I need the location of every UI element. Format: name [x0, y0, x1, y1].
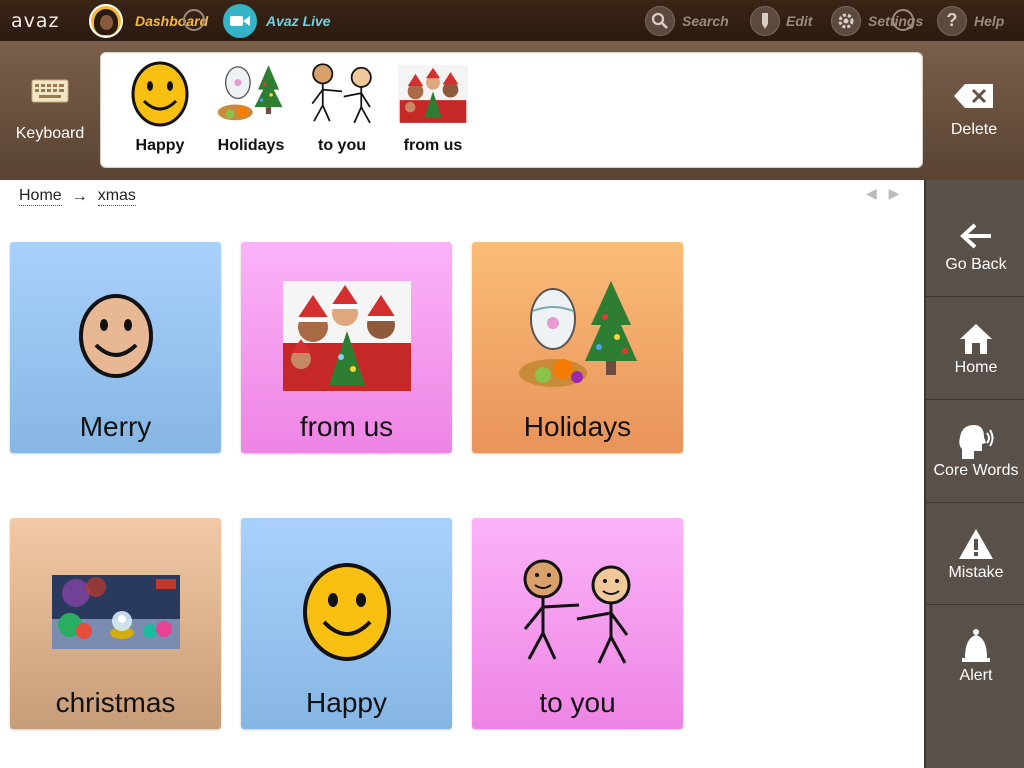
message-word-label: from us: [403, 137, 463, 154]
right-sidebar: Go Back Home Core Words Mistake Alert: [924, 180, 1024, 768]
alert-button[interactable]: Alert: [926, 604, 1024, 707]
dashboard-button[interactable]: Dashboard: [89, 0, 208, 41]
tile-label: christmas: [55, 687, 176, 718]
breadcrumb-home-link[interactable]: Home: [19, 187, 62, 206]
message-strip: Keyboard Happy Holidays to you from us D…: [0, 41, 1024, 180]
search-icon: [645, 5, 675, 36]
mistake-button[interactable]: Mistake: [926, 502, 1024, 605]
home-label: Home: [954, 359, 998, 376]
dashboard-avatar-icon: [89, 3, 123, 38]
christmas-scene-icon: [10, 518, 221, 683]
message-word[interactable]: from us: [388, 59, 478, 163]
warning-icon: [957, 524, 995, 564]
smiling-face-icon: [10, 242, 221, 407]
video-camera-icon: [223, 3, 257, 38]
avaz-live-label: Avaz Live: [266, 12, 331, 29]
search-button[interactable]: Search: [645, 0, 729, 41]
message-box[interactable]: Happy Holidays to you from us: [100, 52, 923, 168]
edit-button[interactable]: Edit: [750, 0, 812, 41]
top-bar: avaz Dashboard Avaz Live Search Edit Set…: [0, 0, 1024, 41]
home-icon: [958, 319, 994, 359]
keyboard-icon: [31, 79, 69, 102]
message-word[interactable]: to you: [297, 59, 387, 163]
tile-christmas[interactable]: christmas: [10, 518, 221, 729]
breadcrumb-current[interactable]: xmas: [97, 187, 136, 206]
pencil-icon: [750, 5, 780, 36]
tile-holidays[interactable]: Holidays: [472, 242, 683, 453]
home-button[interactable]: Home: [926, 297, 1024, 400]
alert-label: Alert: [959, 666, 993, 684]
message-word[interactable]: Happy: [115, 59, 205, 163]
breadcrumb-arrow-icon: →: [71, 187, 88, 205]
mistake-label: Mistake: [948, 564, 1004, 581]
speaking-head-icon: [956, 422, 996, 462]
smiley-face-icon: [241, 518, 452, 683]
search-label: Search: [682, 12, 729, 29]
tile-from-us[interactable]: from us: [241, 242, 452, 453]
tile-to-you[interactable]: to you: [472, 518, 683, 729]
to-you-icon: [307, 59, 377, 129]
delete-button[interactable]: Delete: [924, 41, 1024, 180]
family-photo-icon: [241, 242, 452, 407]
message-word-label: to you: [318, 137, 366, 154]
tile-label: Merry: [79, 411, 152, 442]
help-button[interactable]: ? Help: [937, 0, 1004, 41]
page-arrows[interactable]: ◀ ▶: [866, 185, 903, 202]
holidays-icon: [216, 59, 286, 129]
question-mark-icon: ?: [937, 5, 967, 36]
message-word-label: Happy: [135, 137, 185, 154]
tile-happy[interactable]: Happy: [241, 518, 452, 729]
tile-label: Happy: [306, 687, 387, 718]
family-photo-icon: [398, 59, 468, 129]
edit-label: Edit: [786, 12, 813, 29]
message-word[interactable]: Holidays: [206, 59, 296, 163]
dashboard-badge-icon: [183, 9, 205, 31]
tile-label: to you: [539, 687, 616, 718]
gear-icon: [831, 5, 861, 36]
tile-label: Holidays: [523, 411, 632, 442]
arrow-left-icon: [959, 216, 993, 256]
settings-badge-icon: [892, 9, 914, 31]
tile-merry[interactable]: Merry: [10, 242, 221, 453]
holidays-icon: [472, 242, 683, 407]
keyboard-label: Keyboard: [15, 124, 85, 142]
go-back-button[interactable]: Go Back: [926, 194, 1024, 297]
tile-label: from us: [299, 411, 394, 442]
keyboard-button[interactable]: Keyboard: [0, 41, 100, 180]
message-word-label: Holidays: [217, 137, 285, 154]
delete-label: Delete: [950, 120, 998, 138]
to-you-icon: [472, 518, 683, 683]
go-back-label: Go Back: [945, 256, 1007, 273]
settings-button[interactable]: Settings: [831, 0, 923, 41]
breadcrumb: Home → xmas: [19, 187, 136, 206]
core-words-label: Core Words: [933, 462, 1019, 479]
backspace-icon: [954, 83, 993, 108]
bell-icon: [959, 627, 993, 667]
avaz-live-button[interactable]: Avaz Live: [223, 0, 331, 41]
smiley-face-icon: [125, 59, 195, 129]
help-label: Help: [974, 12, 1005, 29]
app-logo: avaz: [11, 9, 60, 32]
core-words-button[interactable]: Core Words: [926, 400, 1024, 503]
